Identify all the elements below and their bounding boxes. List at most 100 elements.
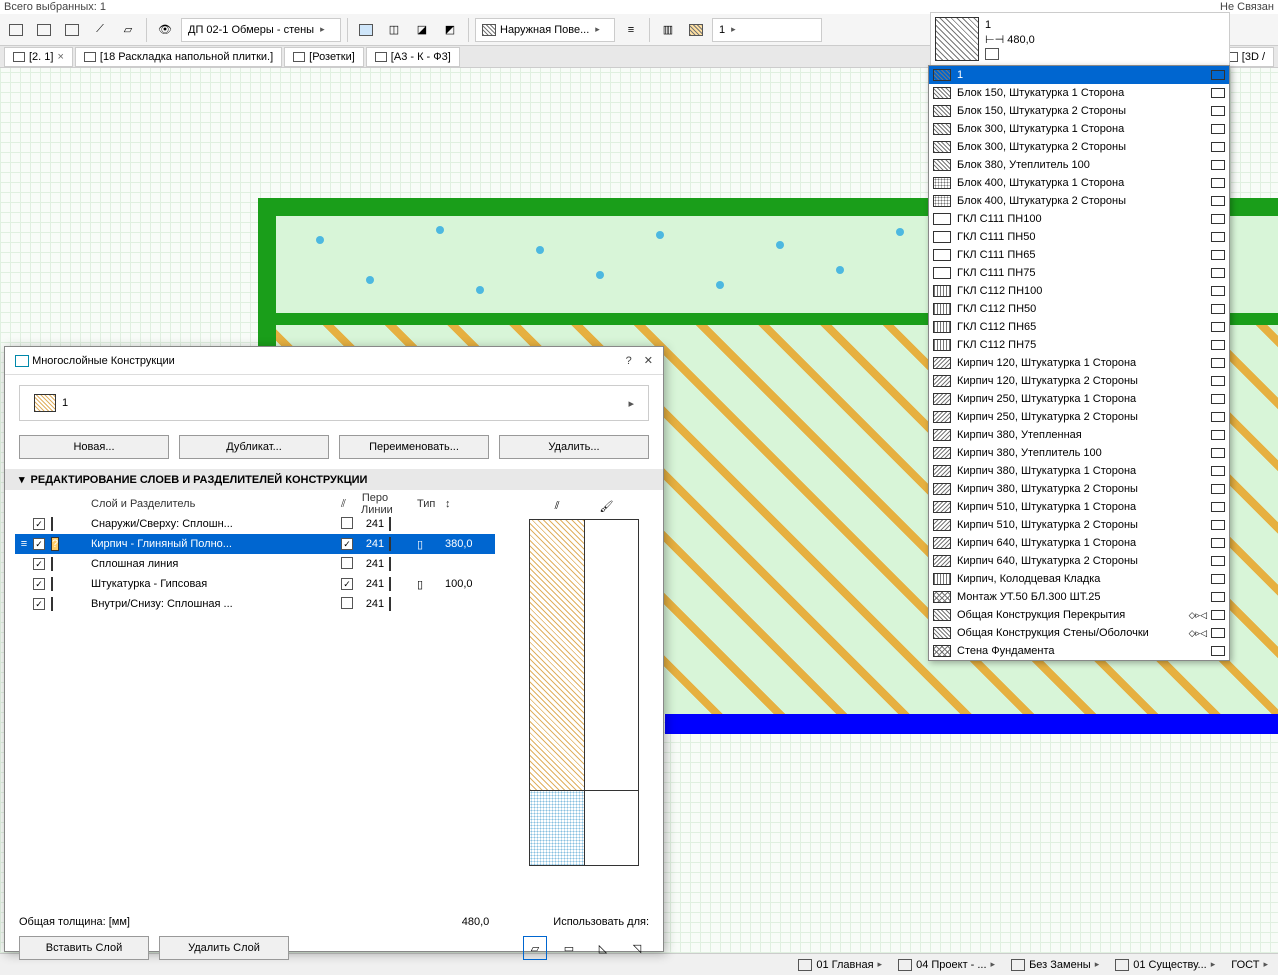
- composite-option[interactable]: ГКЛ С111 ПН75: [929, 264, 1229, 282]
- checkbox[interactable]: [341, 557, 353, 569]
- 3d-icon[interactable]: ◩: [438, 18, 462, 42]
- composite-option[interactable]: ГКЛ С111 ПН100: [929, 210, 1229, 228]
- layer-row[interactable]: Внутри/Снизу: Сплошная ...241: [15, 594, 495, 614]
- composite-option[interactable]: Кирпич 380, Штукатурка 2 Стороны: [929, 480, 1229, 498]
- checkbox[interactable]: [33, 538, 45, 550]
- struct-icon[interactable]: ▥: [656, 18, 680, 42]
- status-item[interactable]: 01 Главная: [794, 959, 886, 971]
- hatch-icon: [933, 177, 951, 189]
- flag-icon: [1211, 142, 1225, 152]
- composite-option[interactable]: ГКЛ С111 ПН65: [929, 246, 1229, 264]
- checkbox[interactable]: [33, 598, 45, 610]
- composite-option[interactable]: Блок 400, Штукатурка 1 Сторона: [929, 174, 1229, 192]
- status-item[interactable]: Без Замены: [1007, 959, 1103, 971]
- wall-usage-icon[interactable]: ▱: [523, 936, 547, 960]
- tab-view[interactable]: [2. 1]×: [4, 47, 73, 67]
- composite-option[interactable]: Кирпич 640, Штукатурка 1 Сторона: [929, 534, 1229, 552]
- composite-swatch[interactable]: 1 ⊢⊣ 480,0: [930, 12, 1230, 66]
- checkbox[interactable]: [341, 538, 353, 550]
- layer-row[interactable]: Снаружи/Сверху: Сплошн...241: [15, 514, 495, 534]
- collapse-icon[interactable]: ▾: [19, 473, 25, 486]
- composite-option[interactable]: Кирпич 250, Штукатурка 2 Стороны: [929, 408, 1229, 426]
- composite-option[interactable]: Кирпич 120, Штукатурка 1 Сторона: [929, 354, 1229, 372]
- checkbox[interactable]: [341, 578, 353, 590]
- composite-option[interactable]: Монтаж УТ.50 БЛ.300 ШТ.25: [929, 588, 1229, 606]
- composite-option[interactable]: ГКЛ С112 ПН100: [929, 282, 1229, 300]
- composite-option[interactable]: Общая Конструкция Перекрытия◇▹◁: [929, 606, 1229, 624]
- composite-option[interactable]: Общая Конструкция Стены/Оболочки◇▹◁: [929, 624, 1229, 642]
- tool-icon[interactable]: [60, 18, 84, 42]
- status-item[interactable]: ГОСТ: [1227, 959, 1272, 971]
- composite-option[interactable]: Кирпич 380, Штукатурка 1 Сторона: [929, 462, 1229, 480]
- insert-layer-button[interactable]: Вставить Слой: [19, 936, 149, 960]
- layer-dropdown[interactable]: ДП 02-1 Обмеры - стены: [181, 18, 341, 42]
- status-item[interactable]: 01 Существу...: [1111, 959, 1219, 971]
- slab-usage-icon[interactable]: ▭: [557, 936, 581, 960]
- wall-geom-icon[interactable]: [354, 18, 378, 42]
- checkbox[interactable]: [33, 518, 45, 530]
- rename-button[interactable]: Переименовать...: [339, 435, 489, 459]
- composite-option[interactable]: Кирпич 640, Штукатурка 2 Стороны: [929, 552, 1229, 570]
- composite-option[interactable]: Блок 400, Штукатурка 2 Стороны: [929, 192, 1229, 210]
- composite-option[interactable]: Кирпич 380, Утепленная: [929, 426, 1229, 444]
- composite-option[interactable]: Кирпич 380, Утеплитель 100: [929, 444, 1229, 462]
- composite-option[interactable]: 1: [929, 66, 1229, 84]
- align-icon[interactable]: ≡: [619, 18, 643, 42]
- checkbox[interactable]: [33, 578, 45, 590]
- composite-option[interactable]: ГКЛ С111 ПН50: [929, 228, 1229, 246]
- checkbox[interactable]: [341, 517, 353, 529]
- surface-dropdown[interactable]: Наружная Пове...: [475, 18, 615, 42]
- flag-icon: [1211, 88, 1225, 98]
- composite-dropdown[interactable]: 1: [712, 18, 822, 42]
- composite-option[interactable]: Стена Фундамента: [929, 642, 1229, 660]
- line-swatch[interactable]: [389, 517, 391, 531]
- 3d-icon[interactable]: ◫: [382, 18, 406, 42]
- eye-icon[interactable]: 👁: [153, 18, 177, 42]
- composite-option[interactable]: ГКЛ С112 ПН75: [929, 336, 1229, 354]
- composite-selector[interactable]: 1 ▸: [19, 385, 649, 421]
- shell-usage-icon[interactable]: ◹: [625, 936, 649, 960]
- remove-layer-button[interactable]: Удалить Слой: [159, 936, 289, 960]
- composite-option[interactable]: ГКЛ С112 ПН65: [929, 318, 1229, 336]
- composite-list-dropdown[interactable]: 1Блок 150, Штукатурка 1 СторонаБлок 150,…: [928, 65, 1230, 661]
- line-swatch[interactable]: [389, 597, 391, 611]
- composite-option[interactable]: Кирпич 510, Штукатурка 1 Сторона: [929, 498, 1229, 516]
- layer-row[interactable]: Штукатурка - Гипсовая241▯100,0: [15, 574, 495, 594]
- tool-rect-icon[interactable]: ▱: [116, 18, 140, 42]
- composite-option[interactable]: Кирпич, Колодцевая Кладка: [929, 570, 1229, 588]
- composite-option[interactable]: Блок 300, Штукатурка 1 Сторона: [929, 120, 1229, 138]
- status-item[interactable]: 04 Проект - ...: [894, 959, 999, 971]
- line-swatch[interactable]: [389, 577, 391, 591]
- tab-view[interactable]: [А3 - К - Ф3]: [366, 47, 460, 67]
- close-button[interactable]: ✕: [644, 354, 653, 367]
- tab-view[interactable]: [Розетки]: [284, 47, 364, 67]
- composite-option[interactable]: Блок 150, Штукатурка 1 Сторона: [929, 84, 1229, 102]
- checkbox[interactable]: [341, 597, 353, 609]
- duplicate-button[interactable]: Дубликат...: [179, 435, 329, 459]
- composite-option[interactable]: Блок 380, Утеплитель 100: [929, 156, 1229, 174]
- hatch-icon: [933, 231, 951, 243]
- roof-usage-icon[interactable]: ◺: [591, 936, 615, 960]
- 3d-icon[interactable]: ◪: [410, 18, 434, 42]
- composite-option[interactable]: ГКЛ С112 ПН50: [929, 300, 1229, 318]
- delete-button[interactable]: Удалить...: [499, 435, 649, 459]
- layer-row[interactable]: ≡?Кирпич - Глиняный Полно...241▯380,0: [15, 534, 495, 554]
- tool-icon[interactable]: [32, 18, 56, 42]
- composite-option[interactable]: Кирпич 510, Штукатурка 2 Стороны: [929, 516, 1229, 534]
- close-icon[interactable]: ×: [57, 51, 63, 63]
- layer-row[interactable]: Сплошная линия241: [15, 554, 495, 574]
- flag-icon: [1211, 466, 1225, 476]
- new-button[interactable]: Новая...: [19, 435, 169, 459]
- composite-option[interactable]: Блок 150, Штукатурка 2 Стороны: [929, 102, 1229, 120]
- line-swatch[interactable]: [389, 557, 391, 571]
- checkbox[interactable]: [33, 558, 45, 570]
- line-swatch[interactable]: [389, 537, 391, 551]
- tab-view[interactable]: [18 Раскладка напольной плитки.]: [75, 47, 282, 67]
- composite-option[interactable]: Блок 300, Штукатурка 2 Стороны: [929, 138, 1229, 156]
- composite-option[interactable]: Кирпич 120, Штукатурка 2 Стороны: [929, 372, 1229, 390]
- help-button[interactable]: ?: [626, 355, 632, 367]
- tool-brush-icon[interactable]: ⟋: [88, 18, 112, 42]
- tool-wall-icon[interactable]: [4, 18, 28, 42]
- composite-option[interactable]: Кирпич 250, Штукатурка 1 Сторона: [929, 390, 1229, 408]
- fill-icon[interactable]: [684, 18, 708, 42]
